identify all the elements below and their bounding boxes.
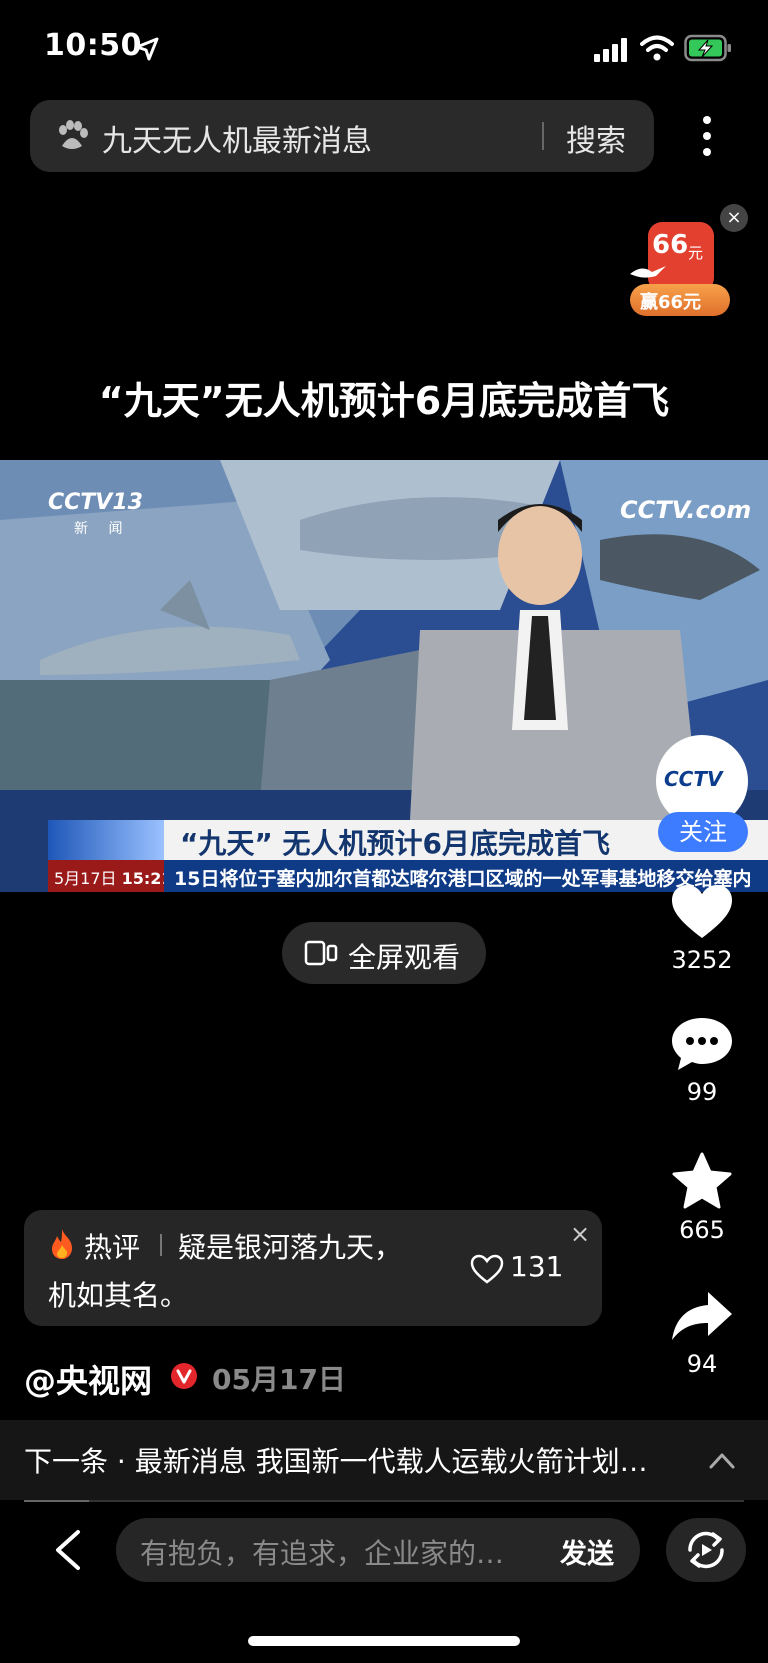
lower-third-logo (48, 820, 164, 860)
promo-close-button[interactable]: × (720, 204, 748, 232)
fire-icon (52, 1229, 72, 1259)
verified-badge-icon (171, 1363, 197, 1389)
hot-comment-label: 热评 (84, 1231, 141, 1264)
author-name[interactable]: @央视网 (24, 1356, 152, 1402)
next-video-bar[interactable]: 下一条 · 最新消息 我国新一代载人运载火箭计划… (0, 1420, 768, 1500)
battery-charging-icon (684, 34, 731, 62)
next-video-title: 下一条 · 最新消息 我国新一代载人运载火箭计划… (24, 1445, 648, 1478)
like-count: 3252 (671, 946, 733, 974)
hot-comment-text-line1: 疑是银河落九天， (178, 1231, 403, 1264)
fullscreen-label: 全屏观看 (348, 941, 461, 974)
search-input[interactable]: 九天无人机最新消息 (102, 116, 372, 160)
cctvcom-logo: CCTV.com (620, 496, 752, 524)
promo-widget[interactable]: 66 元 赢66元 × (628, 204, 748, 318)
search-bar[interactable]: 九天无人机最新消息 搜索 (30, 100, 654, 172)
hot-comment-card[interactable]: 热评 疑是银河落九天， 机如其名。 131 × (24, 1210, 602, 1326)
post-date: 05月17日 (212, 1363, 346, 1396)
share-arrow-icon (672, 1292, 732, 1340)
video-title: “九天”无人机预计6月底完成首飞 (98, 379, 670, 423)
comment-count: 99 (686, 1078, 718, 1106)
promo-unit: 元 (688, 244, 704, 262)
promo-amount: 66 (652, 230, 689, 260)
video-player[interactable]: CCTV13 新 闻 CCTV.com “九天” 无人机预计6月底完成首飞 5月… (0, 460, 768, 892)
star-icon (672, 1152, 732, 1209)
location-arrow-icon (135, 37, 159, 61)
lower-third-title: “九天” 无人机预计6月底完成首飞 (180, 827, 611, 860)
comment-input-bar[interactable]: 有抱负，有追求，企业家的… 发送 (116, 1518, 640, 1582)
follow-button[interactable]: 关注 (658, 812, 748, 852)
cellular-signal-icon (594, 38, 627, 62)
favorite-button[interactable]: 665 (660, 1152, 744, 1244)
comment-bubble-icon (672, 1018, 732, 1070)
more-options-button[interactable] (690, 110, 724, 162)
comment-input[interactable]: 有抱负，有追求，企业家的… (140, 1532, 520, 1572)
share-count: 94 (686, 1350, 718, 1378)
favorite-count: 665 (679, 1216, 725, 1244)
lower-third-date: 5月17日 (54, 869, 117, 888)
wifi-icon (640, 35, 674, 61)
next-video-progress-fill (24, 1500, 89, 1502)
channel-avatar-logo: CCTV (664, 767, 723, 791)
promo-pill[interactable]: 赢66元 (630, 284, 730, 316)
status-bar: 10:50 (0, 0, 768, 96)
search-divider (542, 122, 544, 150)
cctv13-subtitle: 新 闻 (74, 521, 131, 537)
share-button[interactable]: 94 (660, 1290, 744, 1378)
hot-comment-divider (160, 1234, 162, 1256)
crane-icon (630, 266, 666, 278)
status-time: 10:50 (44, 28, 142, 63)
home-indicator (248, 1636, 520, 1646)
send-button[interactable]: 发送 (560, 1532, 614, 1571)
promo-label: 赢66元 (640, 292, 702, 313)
lower-third-date-box: 5月17日 15:21 (48, 860, 173, 892)
cctv13-logo: CCTV13 (48, 490, 143, 515)
replay-icon (688, 1531, 724, 1569)
chevron-up-icon[interactable] (708, 1450, 736, 1470)
fullscreen-rotate-icon (304, 940, 338, 966)
next-video-progress (24, 1500, 744, 1502)
comment-like-heart-icon[interactable] (470, 1254, 504, 1284)
fullscreen-button[interactable]: 全屏观看 (282, 922, 486, 984)
hot-comment-close-button[interactable]: × (570, 1220, 590, 1248)
heart-icon (672, 885, 732, 938)
like-button[interactable]: 3252 (660, 884, 744, 974)
comment-button[interactable]: 99 (660, 1016, 744, 1106)
back-chevron-icon[interactable] (48, 1528, 88, 1572)
baidu-paw-icon (59, 120, 88, 149)
search-button[interactable]: 搜索 (566, 116, 626, 160)
hot-comment-like-count: 131 (510, 1250, 564, 1283)
replay-button[interactable] (666, 1518, 746, 1582)
hot-comment-text-line2: 机如其名。 (48, 1279, 189, 1312)
